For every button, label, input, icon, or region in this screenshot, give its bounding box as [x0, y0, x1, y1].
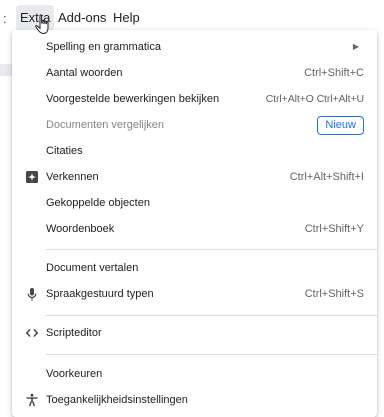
menu-item-compare-documents: Documenten vergelijken Nieuw — [12, 113, 377, 139]
menu-item-shortcut: Ctrl+Shift+C — [304, 67, 364, 79]
menu-item-shortcut: Ctrl+Alt+Shift+I — [289, 171, 364, 183]
menu-item-explore[interactable]: Verkennen Ctrl+Alt+Shift+I — [12, 165, 377, 191]
menu-item-suggested-edits[interactable]: Voorgestelde bewerkingen bekijken Ctrl+A… — [12, 87, 377, 113]
menu-add-ons[interactable]: Add-ons — [54, 5, 110, 31]
menu-item-label: Woordenboek — [46, 223, 115, 235]
menu-item-label: Voorgestelde bewerkingen bekijken — [46, 93, 220, 105]
background-ruler — [0, 64, 12, 76]
menu-help[interactable]: Help — [109, 5, 144, 31]
menu-item-label: Spelling en grammatica — [46, 41, 161, 53]
menu-item-label: Scripteditor — [46, 327, 102, 339]
menubar-lead: : — [3, 11, 7, 26]
menu-item-label: Spraakgestuurd typen — [46, 288, 154, 300]
menu-item-label: Document vertalen — [46, 262, 139, 274]
menu-separator — [46, 249, 377, 250]
menu-item-spelling[interactable]: Spelling en grammatica ▶ — [12, 35, 377, 61]
hand-cursor-icon — [34, 14, 52, 36]
submenu-arrow-icon: ▶ — [352, 42, 359, 51]
menu-item-word-count[interactable]: Aantal woorden Ctrl+Shift+C — [12, 61, 377, 87]
menu-separator — [46, 354, 377, 355]
menu-item-label: Gekoppelde objecten — [46, 197, 150, 209]
explore-icon — [25, 170, 39, 184]
menu-item-label: Documenten vergelijken — [46, 119, 165, 131]
menu-item-voice-typing[interactable]: Spraakgestuurd typen Ctrl+Shift+S — [12, 282, 377, 308]
menu-item-label: Aantal woorden — [46, 67, 123, 79]
menu-item-accessibility[interactable]: Toegankelijkheidsinstellingen — [12, 388, 377, 414]
menu-item-preferences[interactable]: Voorkeuren — [12, 362, 377, 388]
menu-item-label: Verkennen — [46, 171, 99, 183]
menu-item-shortcut: Ctrl+Alt+O Ctrl+Alt+U — [265, 93, 364, 105]
menu-item-citations[interactable]: Citaties — [12, 139, 377, 165]
menu-item-translate-document[interactable]: Document vertalen — [12, 256, 377, 282]
menu-separator — [46, 315, 377, 316]
accessibility-icon — [25, 393, 39, 407]
extra-dropdown-menu: Spelling en grammatica ▶ Aantal woorden … — [12, 30, 377, 417]
menu-item-label: Toegankelijkheidsinstellingen — [46, 394, 188, 406]
menu-item-linked-objects[interactable]: Gekoppelde objecten — [12, 191, 377, 217]
menu-item-label: Citaties — [46, 145, 83, 157]
code-icon — [25, 326, 39, 340]
menu-item-dictionary[interactable]: Woordenboek Ctrl+Shift+Y — [12, 217, 377, 243]
microphone-icon — [25, 287, 39, 301]
menu-item-shortcut: Ctrl+Shift+S — [304, 288, 364, 300]
menubar: : Extra Add-ons Help — [0, 0, 384, 34]
new-badge: Nieuw — [317, 116, 364, 135]
menu-item-shortcut: Ctrl+Shift+Y — [304, 223, 364, 235]
menu-item-script-editor[interactable]: Scripteditor — [12, 321, 377, 347]
menu-item-label: Voorkeuren — [46, 368, 103, 380]
